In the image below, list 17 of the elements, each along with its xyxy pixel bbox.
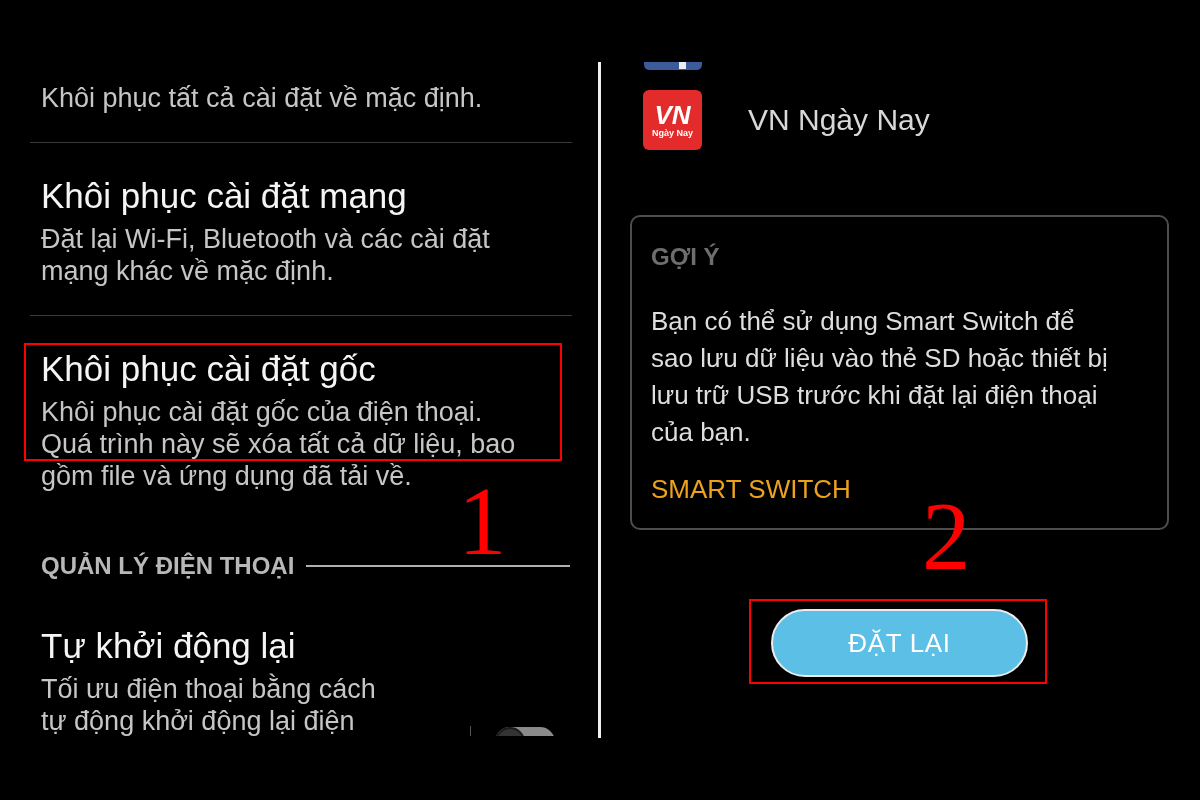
- step-number: 2: [922, 497, 971, 577]
- setting-description: Tối ưu điện thoại bằng cách tự động khởi động lại điện: [41, 673, 377, 737]
- setting-description: Đặt lại Wi-Fi, Bluetooth và các cài đặt mạng khác về mặc định.: [41, 223, 491, 287]
- logo-text: VN: [654, 101, 691, 128]
- card-heading: GỢI Ý: [651, 242, 720, 272]
- setting-title[interactable]: Khôi phục cài đặt gốc: [41, 349, 376, 389]
- setting-title[interactable]: Khôi phục cài đặt mạng: [41, 176, 407, 216]
- setting-description: Khôi phục tất cả cài đặt về mặc định.: [41, 82, 484, 114]
- smart-switch-link[interactable]: SMART SWITCH: [651, 471, 851, 507]
- app-icon[interactable]: [644, 62, 702, 70]
- card-text: Bạn có thể sử dụng Smart Switch để sao lưu dữ liệu vào thẻ SD hoặc thiết bị lưu trữ USB trước khi đặt lại điện thoại của bạn.: [651, 305, 1109, 449]
- logo-caption: Ngày Nay: [652, 127, 693, 139]
- app-logo[interactable]: VN Ngày Nay: [643, 90, 702, 150]
- section-header: QUẢN LÝ ĐIỆN THOẠI: [41, 551, 295, 581]
- setting-title[interactable]: Tự khởi động lại: [41, 626, 296, 666]
- step-number: 1: [458, 482, 507, 562]
- app-name[interactable]: VN Ngày Nay: [748, 102, 930, 138]
